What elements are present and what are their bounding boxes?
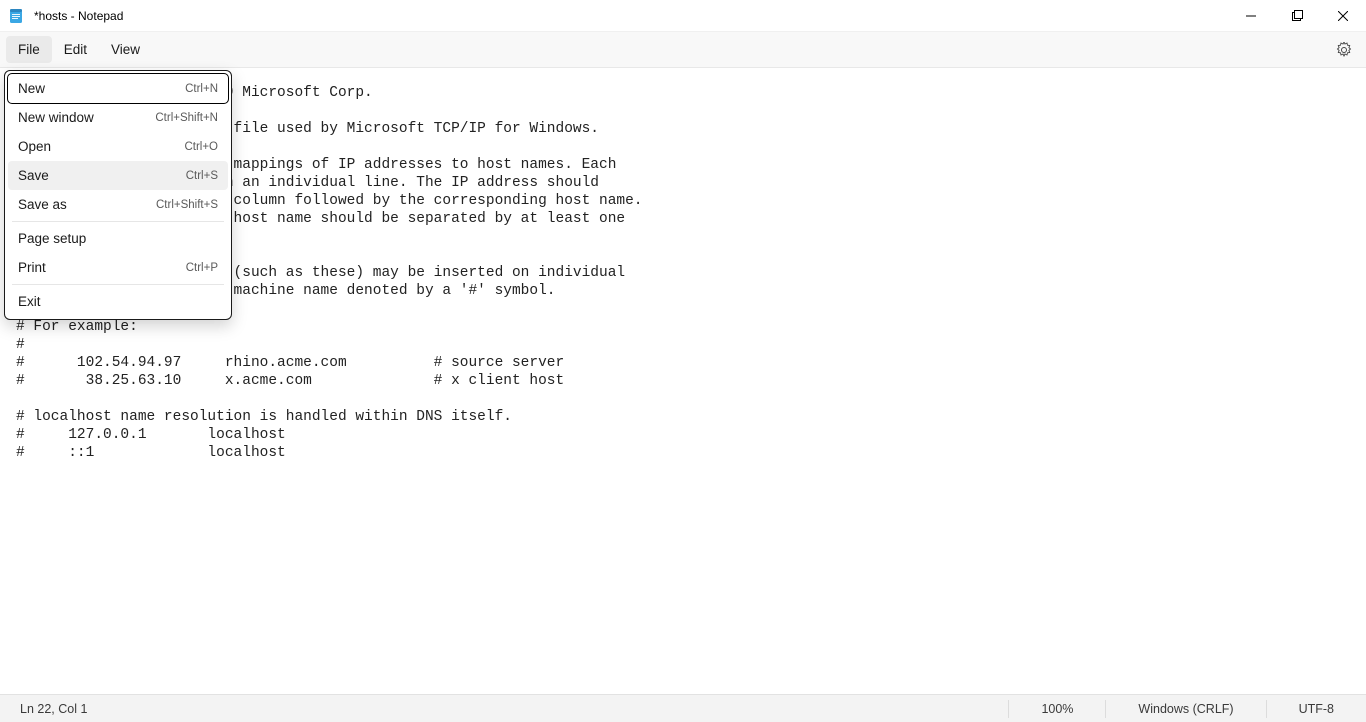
status-cursor: Ln 22, Col 1 bbox=[0, 702, 1008, 716]
menu-item-label: Open bbox=[18, 139, 51, 154]
statusbar: Ln 22, Col 1 100% Windows (CRLF) UTF-8 bbox=[0, 694, 1366, 722]
file-menu-item-exit[interactable]: Exit bbox=[8, 287, 228, 316]
status-zoom[interactable]: 100% bbox=[1008, 700, 1105, 718]
menu-item-label: New bbox=[18, 81, 45, 96]
window-controls bbox=[1228, 0, 1366, 31]
menu-item-shortcut: Ctrl+N bbox=[185, 83, 218, 95]
menu-item-label: Page setup bbox=[18, 231, 86, 246]
minimize-button[interactable] bbox=[1228, 0, 1274, 31]
menu-item-label: Save bbox=[18, 168, 49, 183]
file-menu-item-new-window[interactable]: New window Ctrl+Shift+N bbox=[8, 103, 228, 132]
menu-item-label: Exit bbox=[18, 294, 41, 309]
menu-file[interactable]: File bbox=[6, 36, 52, 63]
menu-separator bbox=[12, 221, 224, 222]
maximize-button[interactable] bbox=[1274, 0, 1320, 31]
file-menu-item-open[interactable]: Open Ctrl+O bbox=[8, 132, 228, 161]
file-menu-item-print[interactable]: Print Ctrl+P bbox=[8, 253, 228, 282]
menubar: File Edit View bbox=[0, 32, 1366, 68]
window-title: *hosts - Notepad bbox=[34, 9, 123, 23]
titlebar: *hosts - Notepad bbox=[0, 0, 1366, 32]
status-encoding[interactable]: UTF-8 bbox=[1266, 700, 1366, 718]
menu-separator bbox=[12, 284, 224, 285]
notepad-icon bbox=[8, 8, 24, 24]
status-line-ending[interactable]: Windows (CRLF) bbox=[1105, 700, 1265, 718]
file-menu-dropdown: New Ctrl+N New window Ctrl+Shift+N Open Ctrl+… bbox=[4, 70, 232, 320]
menu-item-label: New window bbox=[18, 110, 94, 125]
menu-item-shortcut: Ctrl+O bbox=[184, 141, 218, 153]
menu-item-label: Save as bbox=[18, 197, 67, 212]
close-button[interactable] bbox=[1320, 0, 1366, 31]
menu-item-label: Print bbox=[18, 260, 46, 275]
file-menu-item-save-as[interactable]: Save as Ctrl+Shift+S bbox=[8, 190, 228, 219]
menu-item-shortcut: Ctrl+P bbox=[186, 262, 218, 274]
menu-item-shortcut: Ctrl+S bbox=[186, 170, 218, 182]
file-menu-item-page-setup[interactable]: Page setup bbox=[8, 224, 228, 253]
settings-button[interactable] bbox=[1322, 36, 1366, 64]
menu-item-shortcut: Ctrl+Shift+N bbox=[155, 112, 218, 124]
file-menu-item-new[interactable]: New Ctrl+N bbox=[8, 74, 228, 103]
file-menu-item-save[interactable]: Save Ctrl+S bbox=[8, 161, 228, 190]
menu-view[interactable]: View bbox=[99, 36, 152, 63]
menu-item-shortcut: Ctrl+Shift+S bbox=[156, 199, 218, 211]
menu-edit[interactable]: Edit bbox=[52, 36, 99, 63]
